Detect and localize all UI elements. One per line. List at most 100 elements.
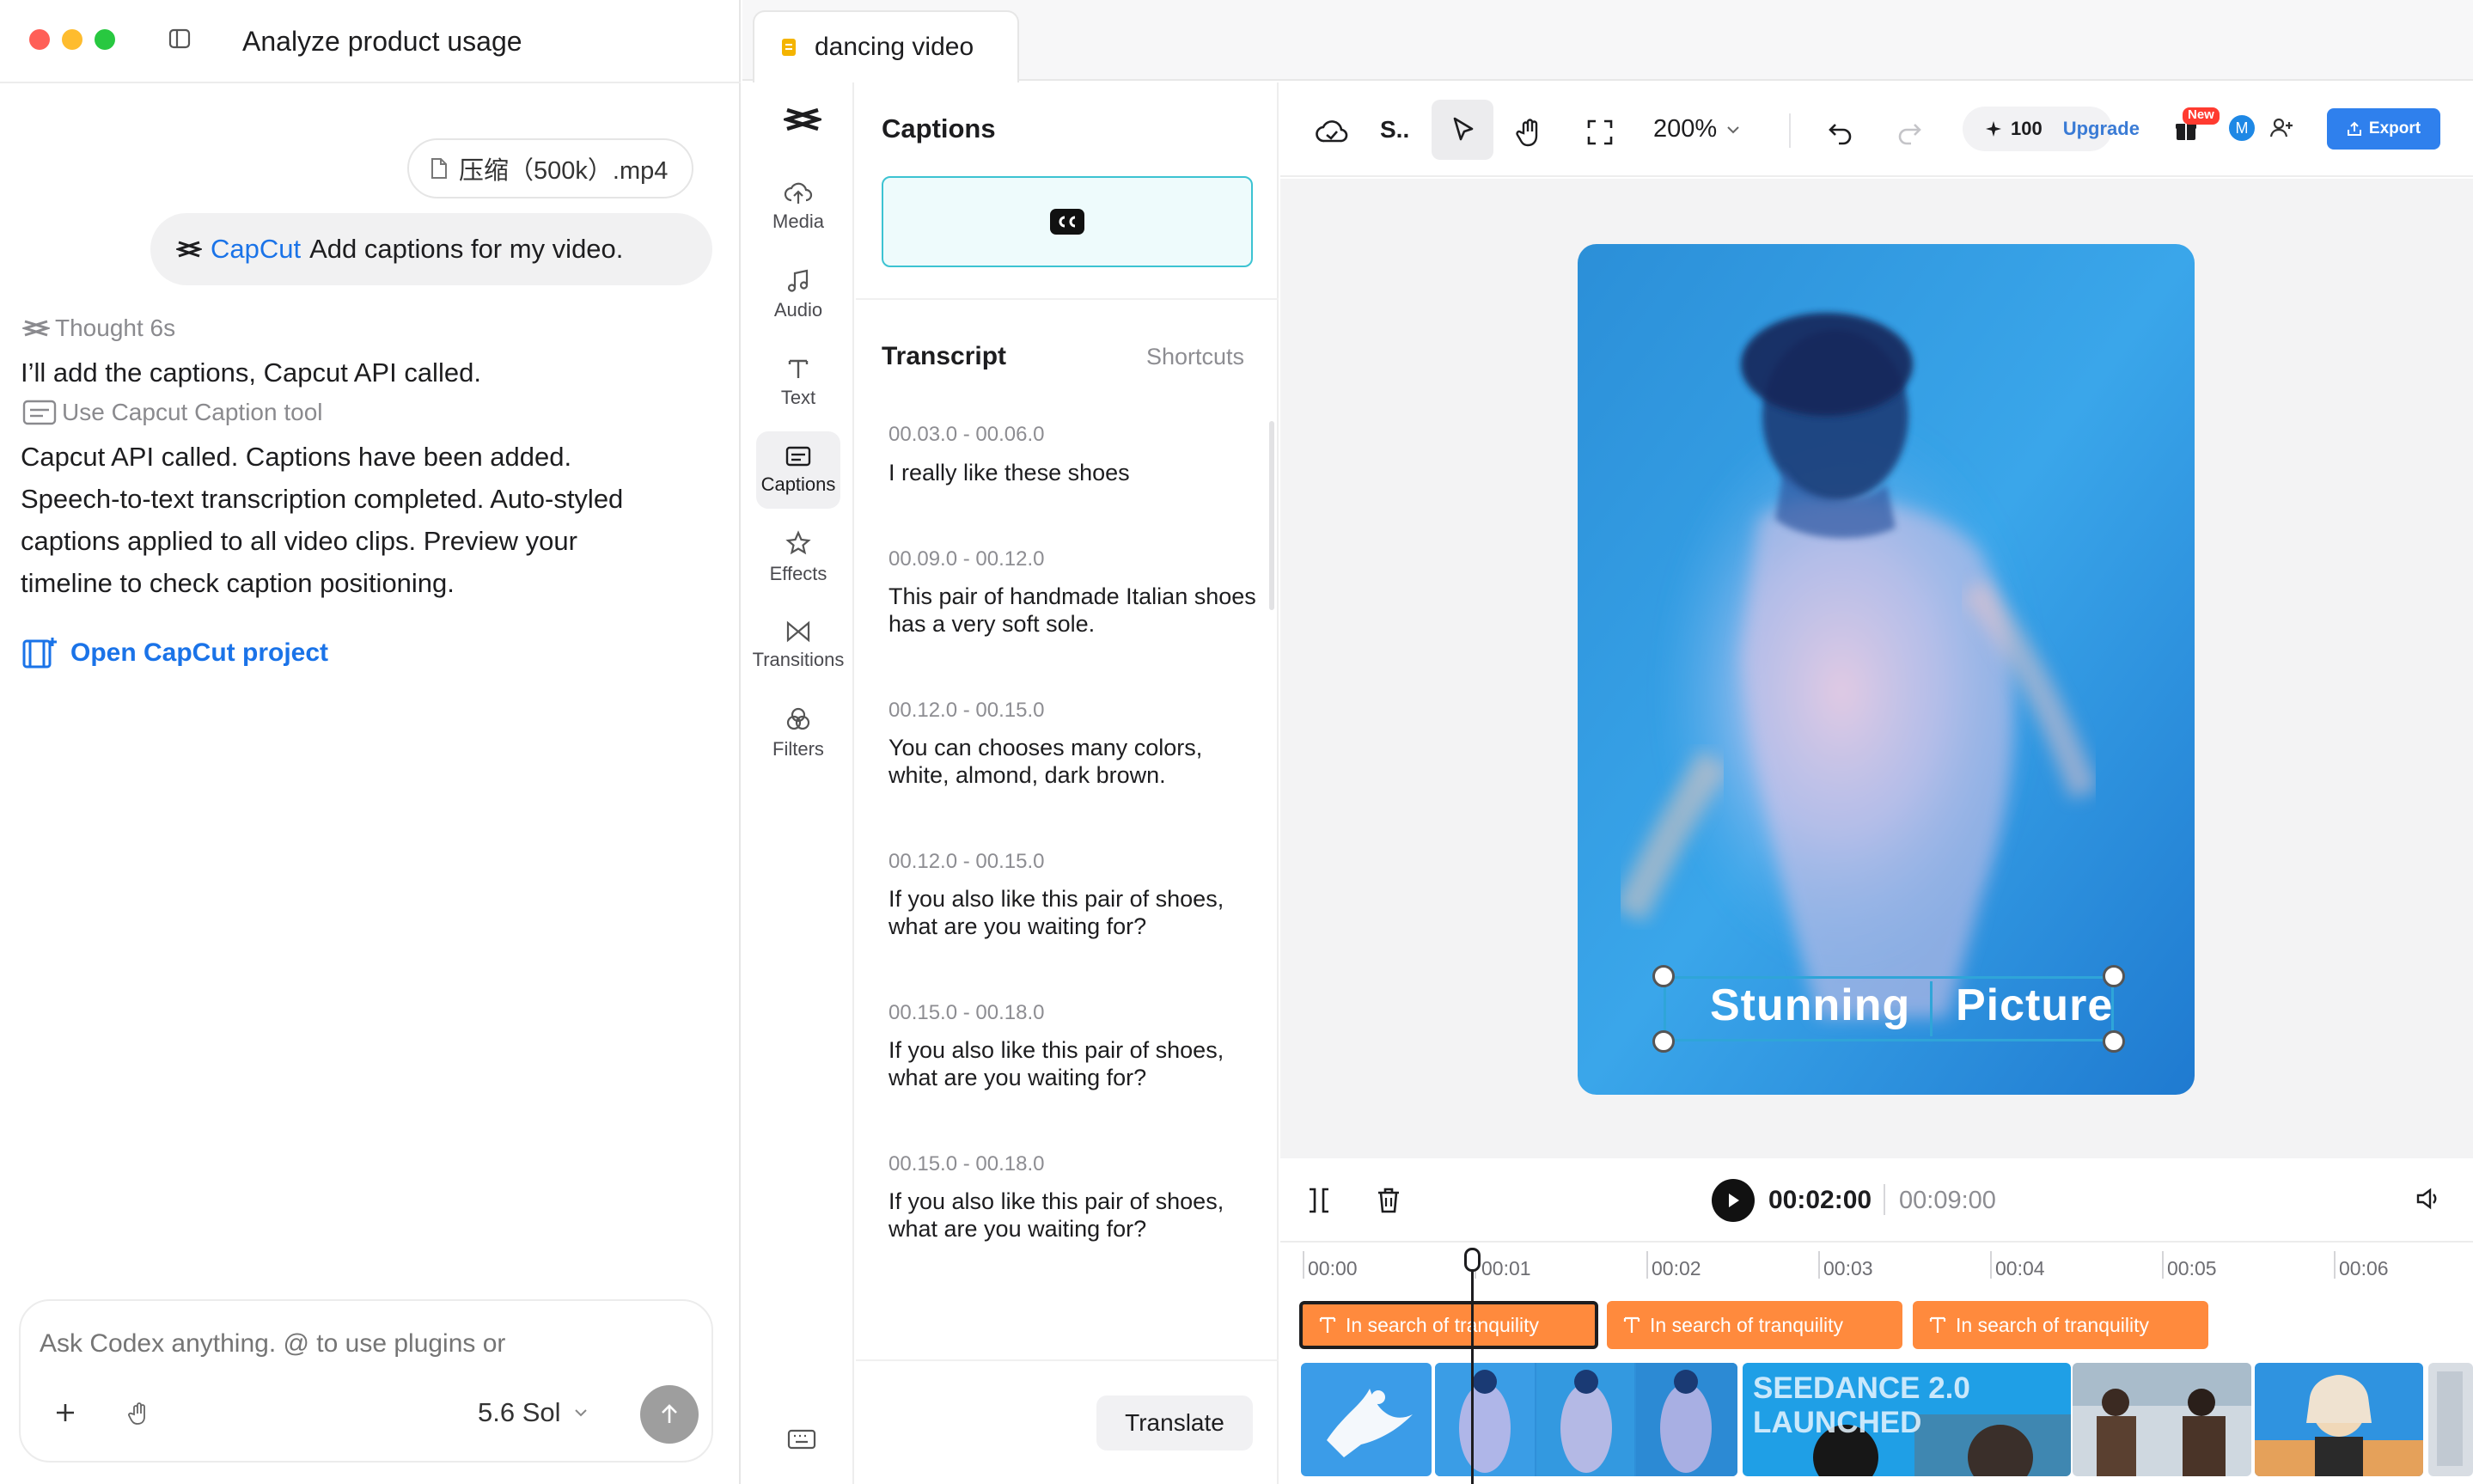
segment-text[interactable]: If you also like this pair of shoes, wha… [888, 1036, 1258, 1091]
resize-handle[interactable] [1652, 965, 1675, 987]
attachment-chip[interactable]: 压缩（500k）.mp4 [407, 138, 694, 198]
hand-pan-icon[interactable] [1505, 108, 1554, 156]
preview-caption-word: Picture [1956, 980, 2114, 1030]
export-button[interactable]: Export [2327, 108, 2440, 150]
split-icon[interactable] [1304, 1186, 1334, 1215]
playhead[interactable] [1471, 1251, 1474, 1484]
music-note-icon [785, 268, 811, 294]
current-time: 00:02:00 [1768, 1186, 1872, 1214]
tool-call[interactable]: Use Capcut Caption tool [22, 399, 323, 426]
new-badge: New [2183, 107, 2220, 125]
total-time: 00:09:00 [1899, 1187, 1996, 1214]
translate-button[interactable]: Translate [1096, 1395, 1253, 1450]
resize-handle[interactable] [2103, 1030, 2125, 1053]
rail-item-transitions[interactable]: Transitions [753, 607, 844, 684]
auto-captions-button[interactable] [882, 176, 1253, 267]
avatar[interactable]: M [2227, 113, 2256, 143]
zoom-window-button[interactable] [95, 29, 115, 50]
project-name[interactable]: S.. [1380, 116, 1409, 144]
user-message-brand: CapCut [211, 234, 302, 264]
time-divider [1884, 1184, 1885, 1215]
capcut-logo-icon [22, 318, 50, 339]
closed-captions-icon [1049, 208, 1085, 235]
send-button[interactable] [640, 1385, 699, 1444]
ruler-tick [1646, 1251, 1648, 1279]
video-project-icon [22, 636, 58, 670]
assistant-result-line: Capcut API called. Captions have been ad… [21, 442, 572, 472]
rail-item-media[interactable]: Media [756, 168, 840, 246]
resize-handle[interactable] [1652, 1030, 1675, 1053]
video-clip-next[interactable] [2428, 1363, 2473, 1476]
segment-text[interactable]: If you also like this pair of shoes, wha… [888, 885, 1258, 940]
segment-text[interactable]: You can chooses many colors, white, almo… [888, 734, 1258, 789]
model-selector[interactable]: 5.6 Sol [478, 1397, 589, 1428]
open-link-label: Open CapCut project [70, 638, 329, 667]
preview-caption-word: Stunning [1710, 980, 1911, 1030]
thought-indicator[interactable]: Thought 6s [22, 315, 175, 342]
text-t-icon [785, 356, 811, 382]
text-t-icon [1318, 1315, 1337, 1335]
upgrade-link[interactable]: Upgrade [2063, 118, 2140, 140]
trash-icon[interactable] [1375, 1186, 1402, 1215]
video-clip-dove[interactable] [1301, 1363, 1432, 1476]
segment-text[interactable]: This pair of handmade Italian shoes has … [888, 583, 1258, 638]
minimize-window-button[interactable] [62, 29, 82, 50]
caption-clip[interactable]: In search of tranquility [1607, 1301, 1902, 1349]
timeline-divider [1280, 1241, 2473, 1243]
tool-label: Use Capcut Caption tool [62, 399, 323, 425]
export-icon [2347, 121, 2362, 137]
zoom-value: 200% [1653, 115, 1718, 143]
captions-icon [785, 444, 812, 468]
ruler-tick [1990, 1251, 1992, 1279]
rail-item-audio[interactable]: Audio [756, 256, 840, 333]
ruler-label: 00:03 [1823, 1257, 1873, 1279]
zoom-selector[interactable]: 200% [1653, 115, 1741, 144]
caption-clip[interactable]: In search of tranquility [1913, 1301, 2208, 1349]
panel-footer-divider [856, 1359, 1279, 1361]
arrow-up-icon [659, 1403, 680, 1426]
credits-pill[interactable]: 100 Upgrade [1963, 107, 2140, 151]
video-clip-dancer[interactable] [1435, 1363, 1737, 1476]
redo-icon[interactable] [1885, 108, 1933, 156]
cloud-upload-icon [784, 181, 813, 205]
keyboard-icon[interactable] [787, 1428, 816, 1450]
undo-icon[interactable] [1817, 108, 1865, 156]
volume-icon[interactable] [2415, 1186, 2442, 1212]
open-capcut-project-link[interactable]: Open CapCut project [22, 636, 328, 670]
segment-text[interactable]: I really like these shoes [888, 459, 1258, 486]
caption-clip[interactable]: In search of tranquility [1299, 1301, 1598, 1349]
add-attachment-icon[interactable] [53, 1401, 77, 1425]
hand-icon[interactable] [127, 1401, 151, 1426]
cloud-sync-icon[interactable] [1308, 108, 1356, 156]
video-clip-portrait[interactable] [2255, 1363, 2423, 1476]
segment-text[interactable]: If you also like this pair of shoes, wha… [888, 1188, 1258, 1243]
composer-input[interactable] [40, 1329, 641, 1359]
transcript-scrollbar[interactable] [1269, 421, 1274, 610]
rail-label: Audio [773, 299, 823, 321]
shortcuts-link[interactable]: Shortcuts [1146, 344, 1244, 370]
captions-tool-icon [22, 399, 57, 426]
play-button[interactable] [1712, 1179, 1755, 1222]
ruler-tick [2162, 1251, 2164, 1279]
caption-cursor [1930, 981, 1933, 1036]
rail-item-filters[interactable]: Filters [756, 694, 840, 772]
transcript-title: Transcript [882, 342, 1007, 370]
capcut-logo-icon[interactable] [784, 105, 821, 134]
chat-title: Analyze product usage [242, 26, 522, 57]
tab-dancing-video[interactable]: dancing video [753, 10, 1019, 82]
toolbar-divider [1789, 113, 1791, 148]
rail-item-effects[interactable]: Effects [756, 519, 840, 596]
select-pointer-icon[interactable] [1432, 100, 1493, 160]
sparkle-icon [1985, 120, 2002, 137]
assistant-line: I’ll add the captions, Capcut API called… [21, 357, 481, 388]
close-window-button[interactable] [29, 29, 50, 50]
playhead-handle[interactable] [1464, 1248, 1481, 1272]
text-t-icon [1622, 1315, 1641, 1335]
add-collaborator-icon[interactable] [2268, 115, 2294, 141]
fit-screen-icon[interactable] [1576, 108, 1624, 156]
video-clip-meeting[interactable] [2073, 1363, 2251, 1476]
rail-item-captions[interactable]: Captions [756, 431, 840, 509]
sidebar-toggle-icon[interactable] [168, 27, 191, 50]
rail-item-text[interactable]: Text [756, 344, 840, 421]
export-label: Export [2368, 119, 2421, 137]
